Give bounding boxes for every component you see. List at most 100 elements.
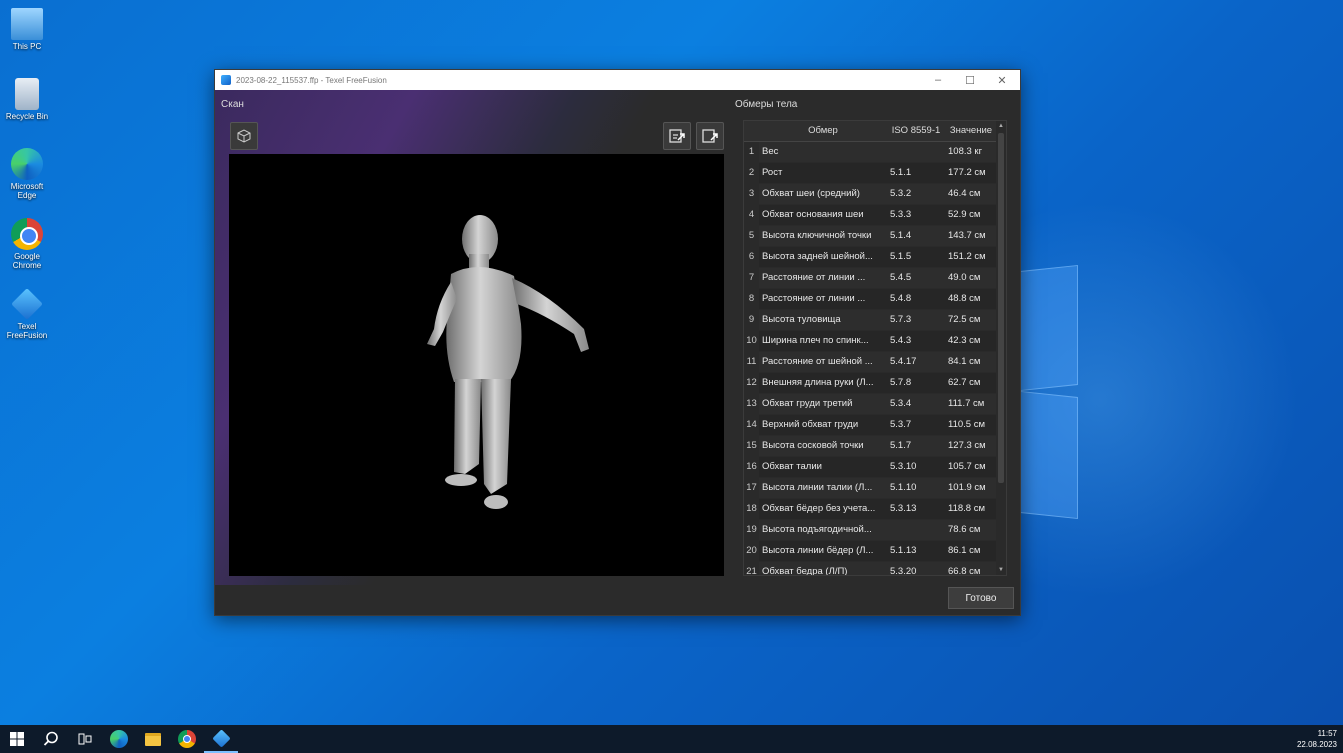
- row-index: 4: [744, 204, 759, 226]
- table-row[interactable]: 8 Расстояние от линии ... 5.4.8 48.8 см: [744, 288, 997, 310]
- folder-icon: [145, 732, 161, 746]
- table-row[interactable]: 7 Расстояние от линии ... 5.4.5 49.0 см: [744, 267, 997, 289]
- measure-name: Обхват груди третий: [759, 393, 887, 415]
- wallpaper-logo-bottom: [1020, 390, 1078, 520]
- close-button[interactable]: ✕: [986, 70, 1018, 90]
- measure-name: Высота сосковой точки: [759, 435, 887, 457]
- row-index: 2: [744, 162, 759, 184]
- measure-value: 127.3 см: [945, 435, 997, 457]
- scroll-thumb[interactable]: [998, 133, 1004, 483]
- measure-value: 143.7 см: [945, 225, 997, 247]
- table-row[interactable]: 15 Высота сосковой точки 5.1.7 127.3 см: [744, 435, 997, 457]
- column-header-measure[interactable]: Обмер: [759, 121, 887, 142]
- table-row[interactable]: 4 Обхват основания шеи 5.3.3 52.9 см: [744, 204, 997, 226]
- iso-code: 5.4.17: [887, 351, 945, 373]
- desktop-icon-edge[interactable]: Microsoft Edge: [4, 148, 50, 200]
- table-row[interactable]: 10 Ширина плеч по спинк... 5.4.3 42.3 см: [744, 330, 997, 352]
- iso-code: 5.3.10: [887, 456, 945, 478]
- table-scrollbar[interactable]: ▲ ▼: [996, 121, 1006, 575]
- edge-icon: [110, 730, 128, 748]
- table-row[interactable]: 3 Обхват шеи (средний) 5.3.2 46.4 см: [744, 183, 997, 205]
- iso-code: 5.7.3: [887, 309, 945, 331]
- iso-code: [887, 141, 945, 163]
- table-row[interactable]: 17 Высота линии талии (Л... 5.1.10 101.9 см: [744, 477, 997, 499]
- clock-date: 22.08.2023: [1296, 740, 1337, 749]
- measure-value: 46.4 см: [945, 183, 997, 205]
- desktop-icon-recycle-bin[interactable]: Recycle Bin: [4, 78, 50, 121]
- measure-name: Ширина плеч по спинк...: [759, 330, 887, 352]
- row-index: 10: [744, 330, 759, 352]
- measure-value: 108.3 кг: [945, 141, 997, 163]
- scroll-down-icon[interactable]: ▼: [996, 565, 1006, 575]
- cube-wireframe-icon: [237, 129, 251, 143]
- measure-value: 62.7 см: [945, 372, 997, 394]
- measure-value: 177.2 см: [945, 162, 997, 184]
- table-row[interactable]: 12 Внешняя длина руки (Л... 5.7.8 62.7 см: [744, 372, 997, 394]
- row-index: 6: [744, 246, 759, 268]
- measure-value: 84.1 см: [945, 351, 997, 373]
- table-row[interactable]: 9 Высота туловища 5.7.3 72.5 см: [744, 309, 997, 331]
- table-row[interactable]: 1 Вес 108.3 кг: [744, 141, 997, 163]
- measurements-panel-title: Обмеры тела: [735, 99, 798, 110]
- row-index: 14: [744, 414, 759, 436]
- measure-name: Верхний обхват груди: [759, 414, 887, 436]
- column-header-value[interactable]: Значение: [945, 121, 997, 142]
- taskbar-texel[interactable]: [204, 725, 238, 753]
- scroll-up-icon[interactable]: ▲: [996, 121, 1006, 131]
- column-header-iso[interactable]: ISO 8559-1: [887, 121, 945, 142]
- export-image-button[interactable]: [663, 122, 691, 150]
- table-row[interactable]: 13 Обхват груди третий 5.3.4 111.7 см: [744, 393, 997, 415]
- desktop-icon-chrome[interactable]: Google Chrome: [4, 218, 50, 270]
- measure-value: 48.8 см: [945, 288, 997, 310]
- table-row[interactable]: 5 Высота ключичной точки 5.1.4 143.7 см: [744, 225, 997, 247]
- table-row[interactable]: 11 Расстояние от шейной ... 5.4.17 84.1 см: [744, 351, 997, 373]
- task-view-button[interactable]: [68, 725, 102, 753]
- title-bar[interactable]: 2023-08-22_115537.ffp - Texel FreeFusion…: [215, 70, 1020, 90]
- system-clock[interactable]: 11:57 22.08.2023: [1297, 728, 1337, 750]
- app-logo-icon: [221, 75, 231, 85]
- iso-code: 5.3.7: [887, 414, 945, 436]
- table-row[interactable]: 20 Высота линии бёдер (Л... 5.1.13 86.1 см: [744, 540, 997, 562]
- 3d-viewport[interactable]: [229, 154, 724, 576]
- measure-name: Внешняя длина руки (Л...: [759, 372, 887, 394]
- measure-value: 101.9 см: [945, 477, 997, 499]
- measure-name: Высота задней шейной...: [759, 246, 887, 268]
- done-button[interactable]: Готово: [948, 587, 1014, 609]
- minimize-button[interactable]: –: [922, 70, 954, 90]
- measure-value: 66.8 см: [945, 561, 997, 575]
- search-icon: [43, 731, 58, 746]
- table-row[interactable]: 21 Обхват бедра (Л/П) 5.3.20 66.8 см: [744, 561, 997, 575]
- export-model-icon: [702, 129, 718, 143]
- row-index: 21: [744, 561, 759, 575]
- table-row[interactable]: 18 Обхват бёдер без учета... 5.3.13 118.8 с…: [744, 498, 997, 520]
- taskbar-edge[interactable]: [102, 725, 136, 753]
- desktop-icon-this-pc[interactable]: This PC: [4, 8, 50, 51]
- search-button[interactable]: [34, 725, 68, 753]
- desktop-icon-label: Texel FreeFusion: [6, 322, 48, 340]
- maximize-button[interactable]: ☐: [954, 70, 986, 90]
- measure-value: 86.1 см: [945, 540, 997, 562]
- table-row[interactable]: 2 Рост 5.1.1 177.2 см: [744, 162, 997, 184]
- measure-value: 105.7 см: [945, 456, 997, 478]
- taskbar-chrome[interactable]: [170, 725, 204, 753]
- measure-name: Расстояние от линии ...: [759, 267, 887, 289]
- measure-name: Обхват основания шеи: [759, 204, 887, 226]
- table-row[interactable]: 19 Высота подъягодичной... 78.6 см: [744, 519, 997, 541]
- table-row[interactable]: 6 Высота задней шейной... 5.1.5 151.2 см: [744, 246, 997, 268]
- iso-code: 5.3.4: [887, 393, 945, 415]
- table-row[interactable]: 14 Верхний обхват груди 5.3.7 110.5 см: [744, 414, 997, 436]
- chrome-icon: [178, 730, 196, 748]
- body-scan-model: [427, 215, 589, 509]
- start-button[interactable]: [0, 725, 34, 753]
- iso-code: 5.1.1: [887, 162, 945, 184]
- view-mode-button[interactable]: [230, 122, 258, 150]
- export-model-button[interactable]: [696, 122, 724, 150]
- taskbar-file-explorer[interactable]: [136, 725, 170, 753]
- measure-value: 110.5 см: [945, 414, 997, 436]
- row-index: 5: [744, 225, 759, 247]
- desktop-icon-texel[interactable]: Texel FreeFusion: [4, 288, 50, 340]
- measure-name: Обхват талии: [759, 456, 887, 478]
- table-row[interactable]: 16 Обхват талии 5.3.10 105.7 см: [744, 456, 997, 478]
- taskbar: 11:57 22.08.2023: [0, 725, 1343, 753]
- measure-name: Высота линии талии (Л...: [759, 477, 887, 499]
